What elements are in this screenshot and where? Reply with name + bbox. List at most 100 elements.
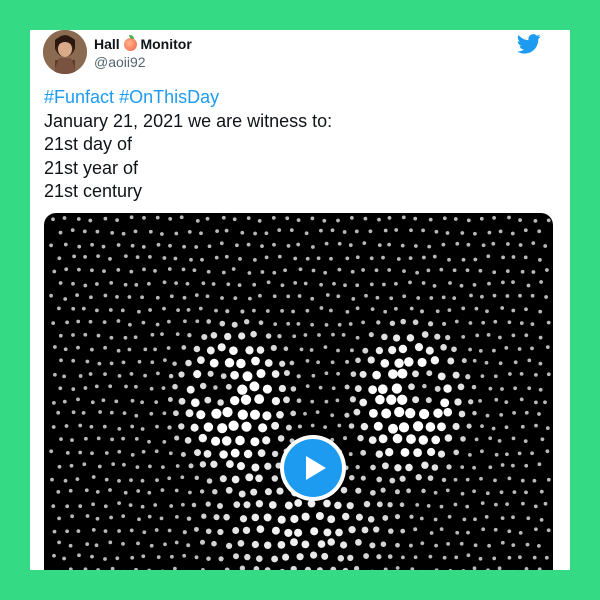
pattern-dot (71, 387, 76, 391)
pattern-dot (77, 267, 81, 272)
pattern-dot (531, 270, 536, 274)
pattern-dot (82, 462, 87, 467)
pattern-dot (49, 293, 53, 298)
pattern-dot (225, 309, 230, 314)
avatar[interactable] (43, 30, 87, 74)
pattern-dot (182, 553, 187, 558)
pattern-dot (184, 437, 192, 444)
pattern-dot (53, 372, 57, 377)
pattern-dot (465, 477, 470, 482)
play-button[interactable] (280, 435, 346, 501)
pattern-dot (103, 529, 108, 533)
pattern-dot (504, 425, 509, 430)
pattern-dot (494, 397, 499, 402)
pattern-dot (292, 334, 297, 339)
pattern-dot (123, 335, 128, 340)
pattern-dot (505, 452, 509, 457)
pattern-dot (408, 383, 415, 391)
pattern-dot (524, 410, 529, 415)
pattern-dot (507, 320, 512, 325)
pattern-dot (367, 356, 375, 364)
pattern-dot (194, 245, 199, 249)
pattern-dot (235, 435, 245, 446)
pattern-dot (405, 408, 416, 419)
pattern-dot (283, 396, 290, 404)
pattern-dot (199, 461, 207, 468)
pattern-dot (52, 553, 56, 558)
pattern-dot (347, 554, 354, 562)
pattern-dot (108, 384, 113, 389)
pattern-dot (546, 372, 551, 377)
pattern-dot (337, 322, 342, 327)
pattern-dot (348, 322, 353, 326)
pattern-dot (488, 386, 493, 391)
pattern-dot (85, 514, 90, 518)
pattern-dot (290, 538, 298, 547)
pattern-dot (394, 281, 398, 286)
display-name[interactable]: Hall Monitor (94, 35, 192, 53)
pattern-dot (374, 268, 379, 273)
pattern-dot (215, 229, 219, 233)
pattern-dot (140, 478, 145, 483)
pattern-dot (141, 320, 146, 325)
pattern-dot (123, 282, 128, 287)
pattern-dot (57, 256, 62, 261)
pattern-dot (494, 452, 499, 457)
pattern-dot (345, 256, 350, 261)
pattern-dot (315, 410, 320, 414)
pattern-dot (408, 256, 413, 260)
display-name-first: Hall (94, 36, 120, 52)
pattern-dot (303, 281, 308, 286)
pattern-dot (425, 346, 434, 355)
pattern-dot (257, 219, 262, 223)
pattern-dot (160, 332, 164, 336)
pattern-dot (507, 555, 512, 560)
pattern-dot (255, 474, 263, 483)
pattern-dot (222, 406, 233, 418)
pattern-dot (337, 423, 342, 428)
pattern-dot (480, 424, 484, 428)
user-handle[interactable]: @aoii92 (94, 53, 192, 71)
pattern-dot (513, 386, 517, 391)
pattern-dot (124, 384, 128, 389)
pattern-dot (418, 408, 430, 420)
pattern-dot (461, 306, 466, 311)
pattern-dot (539, 518, 544, 522)
pattern-dot (304, 231, 309, 236)
pattern-dot (88, 372, 93, 376)
pattern-dot (296, 374, 301, 379)
pattern-dot (180, 475, 185, 480)
pattern-dot (518, 218, 522, 222)
pattern-dot (51, 321, 56, 325)
pattern-dot (253, 258, 257, 262)
pattern-dot (83, 332, 88, 337)
pattern-dot (203, 422, 214, 432)
pattern-dot (344, 384, 350, 390)
pattern-dot (140, 427, 145, 431)
pattern-dot (108, 257, 112, 261)
twitter-bird-icon[interactable] (517, 34, 541, 54)
pattern-dot (155, 478, 159, 482)
pattern-dot (231, 321, 238, 328)
video-player[interactable] (44, 213, 553, 570)
pattern-dot (225, 486, 233, 494)
pattern-dot (78, 504, 83, 508)
hashtag-funfact[interactable]: #Funfact (44, 87, 114, 107)
pattern-dot (414, 244, 418, 248)
pattern-dot (68, 567, 73, 570)
pattern-dot (135, 255, 140, 259)
pattern-dot (472, 358, 477, 363)
pattern-dot (387, 554, 393, 559)
pattern-dot (290, 514, 299, 524)
pattern-dot (382, 282, 386, 287)
pattern-dot (211, 282, 216, 286)
pattern-dot (478, 268, 483, 273)
pattern-dot (342, 567, 349, 570)
pattern-dot (211, 408, 222, 419)
pattern-dot (104, 451, 109, 455)
hashtag-onthisday[interactable]: #OnThisDay (119, 87, 219, 107)
pattern-dot (474, 306, 479, 311)
pattern-dot (217, 343, 226, 352)
pattern-dot (545, 268, 549, 272)
pattern-dot (190, 423, 199, 432)
